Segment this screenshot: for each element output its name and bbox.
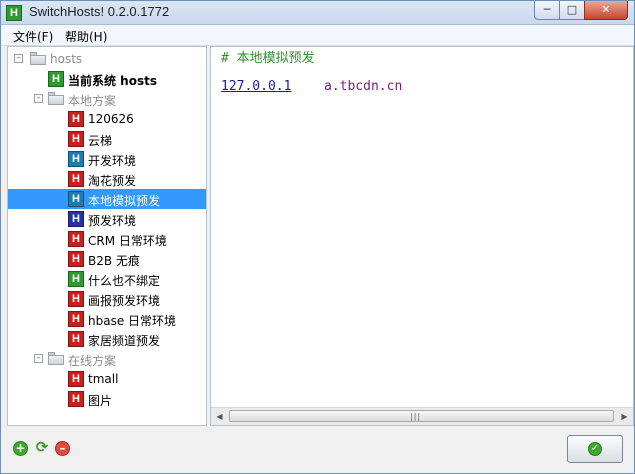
tree-item-label: tmall <box>88 372 119 386</box>
tree-item[interactable]: H 淘花预发 <box>8 169 206 189</box>
tree-item-current-hosts[interactable]: H 当前系统 hosts <box>8 69 206 89</box>
tree-item[interactable]: H CRM 日常环境 <box>8 229 206 249</box>
minimize-button[interactable]: ─ <box>534 1 560 20</box>
hosts-h-icon: H <box>48 71 64 87</box>
tree-item-label: 家居频道预发 <box>88 334 161 348</box>
close-button[interactable]: ✕ <box>584 1 628 20</box>
tree-item-label: B2B 无痕 <box>88 254 140 268</box>
hosts-h-icon: H <box>68 111 84 127</box>
horizontal-scrollbar[interactable]: ◀ ||| ▶ <box>211 407 633 425</box>
tree-item-label: 什么也不绑定 <box>88 274 161 288</box>
tree-item-label: 画报预发环境 <box>88 294 161 308</box>
refresh-icon[interactable]: ⟳ <box>33 440 51 456</box>
tree-item[interactable]: H B2B 无痕 <box>8 249 206 269</box>
hosts-h-icon: H <box>68 171 84 187</box>
tree-item[interactable]: H 本地模拟预发 <box>8 189 206 209</box>
tree-item-label: 开发环境 <box>88 154 137 168</box>
tree-item-label: CRM 日常环境 <box>88 234 167 248</box>
tree-group-label: 在线方案 <box>68 354 117 368</box>
hosts-h-icon: H <box>68 371 84 387</box>
hosts-h-icon: H <box>68 291 84 307</box>
tree-group-local[interactable]: – 本地方案 <box>8 89 206 109</box>
tree-item-label: 淘花预发 <box>88 174 137 188</box>
hosts-h-icon: H <box>68 191 84 207</box>
tree-item[interactable]: H 画报预发环境 <box>8 289 206 309</box>
add-icon[interactable]: + <box>13 441 28 456</box>
folder-icon <box>48 92 64 105</box>
hosts-h-icon: H <box>68 131 84 147</box>
hosts-h-icon: H <box>68 271 84 287</box>
tree-item-label: 云梯 <box>88 134 113 148</box>
tree-item[interactable]: H 什么也不绑定 <box>8 269 206 289</box>
tree-toolbar: + ⟳ – <box>7 431 207 469</box>
tree-item-label: 预发环境 <box>88 214 137 228</box>
tree-item[interactable]: H 开发环境 <box>8 149 206 169</box>
hosts-tree: – hosts H 当前系统 hosts – 本地方案 H 120626 H 云梯 H 开… <box>7 46 207 426</box>
tree-group-label: 本地方案 <box>68 94 117 108</box>
apply-button[interactable]: ✓ <box>567 435 623 463</box>
tree-item[interactable]: H 家居频道预发 <box>8 329 206 349</box>
scroll-left-icon[interactable]: ◀ <box>211 408 228 425</box>
hosts-h-icon: H <box>68 331 84 347</box>
collapse-toggle-icon[interactable]: – <box>34 354 43 363</box>
menu-help[interactable]: 帮助(H) <box>65 28 107 45</box>
title-bar[interactable]: H SwitchHosts! 0.2.0.1772 ─ □ ✕ <box>1 1 634 25</box>
tree-item-label: 本地模拟预发 <box>88 194 161 208</box>
app-icon: H <box>6 5 22 21</box>
check-icon: ✓ <box>588 442 602 456</box>
hosts-h-icon: H <box>68 391 84 407</box>
editor-ip: 127.0.0.1 <box>221 79 292 94</box>
hosts-h-icon: H <box>68 231 84 247</box>
hosts-editor[interactable]: # 本地模拟预发 127.0.0.1 a.tbcdn.cn ◀ ||| ▶ <box>210 46 634 426</box>
tree-root-label: hosts <box>50 52 83 66</box>
collapse-toggle-icon[interactable]: – <box>34 94 43 103</box>
tree-item-label: 图片 <box>88 394 113 408</box>
tree-group-online[interactable]: – 在线方案 <box>8 349 206 369</box>
remove-icon[interactable]: – <box>55 441 70 456</box>
folder-icon <box>48 352 64 365</box>
tree-item[interactable]: Htmall <box>8 369 206 389</box>
editor-comment-line: # 本地模拟预发 <box>221 51 315 66</box>
menu-file[interactable]: 文件(F) <box>13 28 53 45</box>
hosts-h-icon: H <box>68 151 84 167</box>
tree-item-label: hbase 日常环境 <box>88 314 177 328</box>
collapse-toggle-icon[interactable]: – <box>14 54 23 63</box>
tree-item[interactable]: H 图片 <box>8 389 206 409</box>
maximize-button[interactable]: □ <box>559 1 585 20</box>
scroll-thumb[interactable]: ||| <box>229 410 614 422</box>
tree-item[interactable]: H 云梯 <box>8 129 206 149</box>
menu-bar: 文件(F) 帮助(H) <box>1 25 634 46</box>
app-window: H SwitchHosts! 0.2.0.1772 ─ □ ✕ 文件(F) 帮助… <box>0 0 635 474</box>
hosts-h-icon: H <box>68 251 84 267</box>
folder-icon <box>30 52 46 65</box>
tree-root[interactable]: – hosts <box>8 49 206 69</box>
tree-item-label: 120626 <box>88 112 134 126</box>
tree-item-label: 当前系统 hosts <box>68 74 157 88</box>
hosts-h-icon: H <box>68 311 84 327</box>
editor-host: a.tbcdn.cn <box>324 79 403 94</box>
tree-item[interactable]: Hhbase 日常环境 <box>8 309 206 329</box>
tree-item[interactable]: H 预发环境 <box>8 209 206 229</box>
grip-icon: ||| <box>410 412 422 421</box>
window-title: SwitchHosts! 0.2.0.1772 <box>29 4 170 19</box>
tree-item[interactable]: H 120626 <box>8 109 206 129</box>
scroll-right-icon[interactable]: ▶ <box>616 408 633 425</box>
hosts-h-icon: H <box>68 211 84 227</box>
